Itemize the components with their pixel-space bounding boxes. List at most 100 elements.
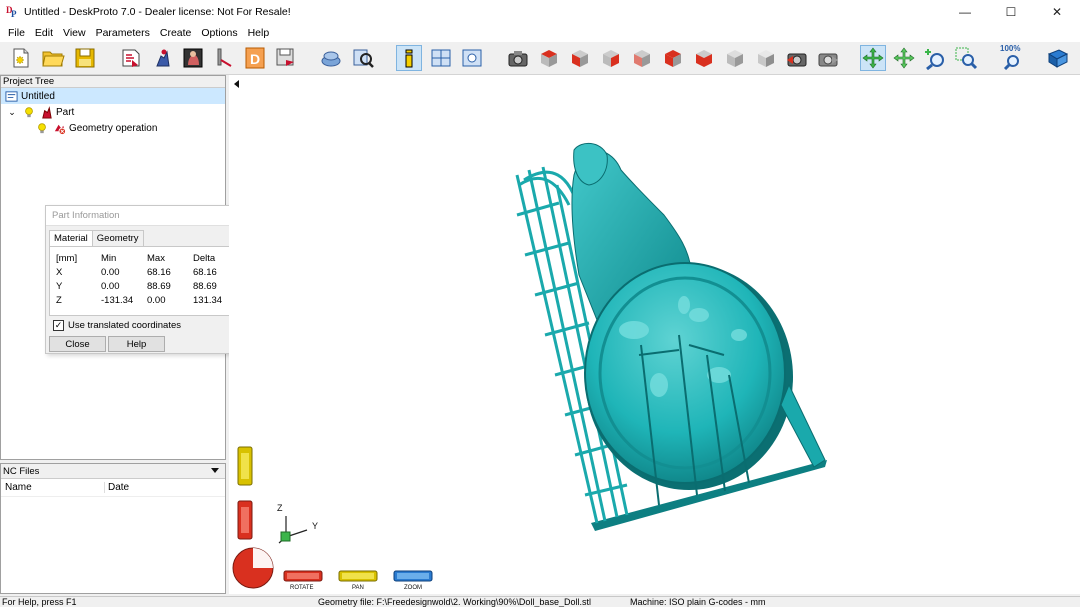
info-icon bbox=[405, 49, 413, 68]
camera-icon bbox=[508, 51, 528, 67]
dialog-help-button[interactable]: Help bbox=[108, 336, 165, 352]
layout-button[interactable] bbox=[428, 45, 454, 71]
column-header-date[interactable]: Date bbox=[105, 482, 129, 493]
cube-right-icon bbox=[603, 50, 619, 67]
part-parameters-button[interactable] bbox=[150, 45, 176, 71]
axis-triad bbox=[278, 516, 308, 544]
save-nc-button[interactable] bbox=[273, 45, 299, 71]
pan-label: PAN bbox=[352, 585, 364, 591]
lightbulb-icon[interactable] bbox=[35, 121, 49, 135]
lightbulb-icon[interactable] bbox=[22, 105, 36, 119]
menu-create[interactable]: Create bbox=[155, 27, 197, 39]
tree-item-part[interactable]: ⌄ Part bbox=[1, 104, 225, 120]
svg-text:D: D bbox=[250, 51, 260, 67]
menu-parameters[interactable]: Parameters bbox=[91, 27, 155, 39]
nc-files-header[interactable]: NC Files bbox=[1, 464, 225, 479]
axis-y-label: Y bbox=[312, 521, 318, 531]
menu-file[interactable]: File bbox=[3, 27, 30, 39]
dropdown-arrow-icon[interactable] bbox=[211, 468, 219, 473]
previous-view-button[interactable] bbox=[784, 45, 810, 71]
menu-bar: File Edit View Parameters Create Options… bbox=[0, 24, 1080, 42]
part-figure-icon bbox=[156, 49, 170, 67]
menu-help[interactable]: Help bbox=[243, 27, 275, 39]
menu-view[interactable]: View bbox=[58, 27, 91, 39]
table-cell: 68.16 bbox=[147, 267, 171, 278]
drawing-button[interactable]: D bbox=[242, 45, 268, 71]
bitmap-button[interactable] bbox=[180, 45, 206, 71]
part-info-button[interactable] bbox=[396, 45, 422, 71]
zoom-in-button[interactable] bbox=[922, 45, 948, 71]
column-header-name[interactable]: Name bbox=[1, 482, 105, 493]
zoom-100-button[interactable]: 100% bbox=[999, 44, 1025, 71]
help-book-button[interactable] bbox=[1045, 45, 1071, 71]
open-project-button[interactable] bbox=[40, 45, 66, 71]
tree-item-operation[interactable]: Geometry operation bbox=[1, 120, 225, 136]
load-geometry-button[interactable] bbox=[118, 45, 144, 71]
view-left-button[interactable] bbox=[660, 45, 686, 71]
next-view-button[interactable] bbox=[815, 45, 841, 71]
tree-item-project[interactable]: Untitled bbox=[1, 88, 225, 104]
zoom-mode-indicator[interactable] bbox=[393, 570, 433, 582]
axis-z-label: Z bbox=[277, 503, 283, 513]
model-disc bbox=[584, 262, 786, 484]
zoom-window-icon bbox=[955, 47, 978, 70]
table-row: Y 0.00 88.69 88.69 bbox=[56, 281, 239, 295]
cube-bottom-icon bbox=[696, 50, 712, 67]
view-window-button[interactable] bbox=[459, 45, 485, 71]
view-front-button[interactable] bbox=[567, 45, 593, 71]
zoom-100-label: 100% bbox=[1000, 44, 1021, 53]
tab-geometry[interactable]: Geometry bbox=[91, 230, 144, 246]
close-button[interactable]: ✕ bbox=[1034, 0, 1080, 24]
cube-back-icon bbox=[634, 50, 650, 67]
view-iso-button[interactable] bbox=[722, 45, 748, 71]
cube-left-icon bbox=[665, 50, 681, 67]
translated-coordinates-option[interactable]: ✓ Use translated coordinates bbox=[53, 320, 181, 331]
zoom-window-button[interactable] bbox=[953, 45, 979, 71]
table-cell: 0.00 bbox=[101, 267, 120, 278]
view-top-button[interactable] bbox=[536, 45, 562, 71]
translated-coordinates-checkbox[interactable]: ✓ bbox=[53, 320, 64, 331]
preview-button[interactable] bbox=[350, 45, 376, 71]
view-back-button[interactable] bbox=[629, 45, 655, 71]
rotate-label: ROTATE bbox=[290, 585, 313, 591]
save-nc-icon bbox=[276, 48, 294, 66]
new-document-icon bbox=[13, 48, 29, 68]
menu-options[interactable]: Options bbox=[196, 27, 242, 39]
tree-item-part-label: Part bbox=[56, 106, 75, 118]
simulation-button[interactable] bbox=[318, 45, 344, 71]
dimensions-table: [mm] Min Max Delta X 0.00 68.16 68.16 Y … bbox=[56, 253, 239, 309]
tool-button[interactable] bbox=[211, 45, 237, 71]
maximize-button[interactable]: ☐ bbox=[988, 0, 1034, 24]
table-cell: X bbox=[56, 267, 63, 278]
tab-material[interactable]: Material bbox=[49, 230, 93, 246]
menu-edit[interactable]: Edit bbox=[30, 27, 58, 39]
tree-item-project-label: Untitled bbox=[21, 90, 55, 102]
part-icon bbox=[39, 105, 53, 119]
table-cell: -131.34 bbox=[101, 295, 134, 306]
view-bottom-button[interactable] bbox=[691, 45, 717, 71]
save-project-button[interactable] bbox=[72, 45, 98, 71]
column-header: [mm] bbox=[56, 253, 78, 264]
nc-files-columns: Name Date bbox=[1, 479, 225, 497]
camera-view-button[interactable] bbox=[505, 45, 531, 71]
model-3d bbox=[515, 142, 827, 531]
status-help: For Help, press F1 bbox=[2, 597, 77, 607]
view-side-button[interactable] bbox=[753, 45, 779, 71]
table-cell: 0.00 bbox=[101, 281, 120, 292]
expand-chevron-icon[interactable]: ⌄ bbox=[5, 105, 19, 119]
3d-viewport[interactable]: Z Y ROTATE PAN ZOOM bbox=[229, 75, 1080, 594]
new-project-button[interactable] bbox=[8, 45, 34, 71]
rotate-mode-button[interactable] bbox=[860, 45, 886, 71]
magnifier-preview-icon bbox=[353, 49, 374, 68]
view-right-button[interactable] bbox=[598, 45, 624, 71]
pan-mode-button[interactable] bbox=[891, 45, 917, 71]
model-side-support bbox=[780, 383, 826, 468]
table-row: Z -131.34 0.00 131.34 bbox=[56, 295, 239, 309]
column-header: Max bbox=[147, 253, 165, 264]
pan-mode-indicator[interactable] bbox=[338, 570, 378, 582]
part-info-title: Part Information bbox=[46, 206, 245, 226]
dialog-close-button[interactable]: Close bbox=[49, 336, 106, 352]
save-disk-icon bbox=[75, 48, 95, 68]
rotate-mode-indicator[interactable] bbox=[283, 570, 323, 582]
minimize-button[interactable]: — bbox=[942, 0, 988, 24]
